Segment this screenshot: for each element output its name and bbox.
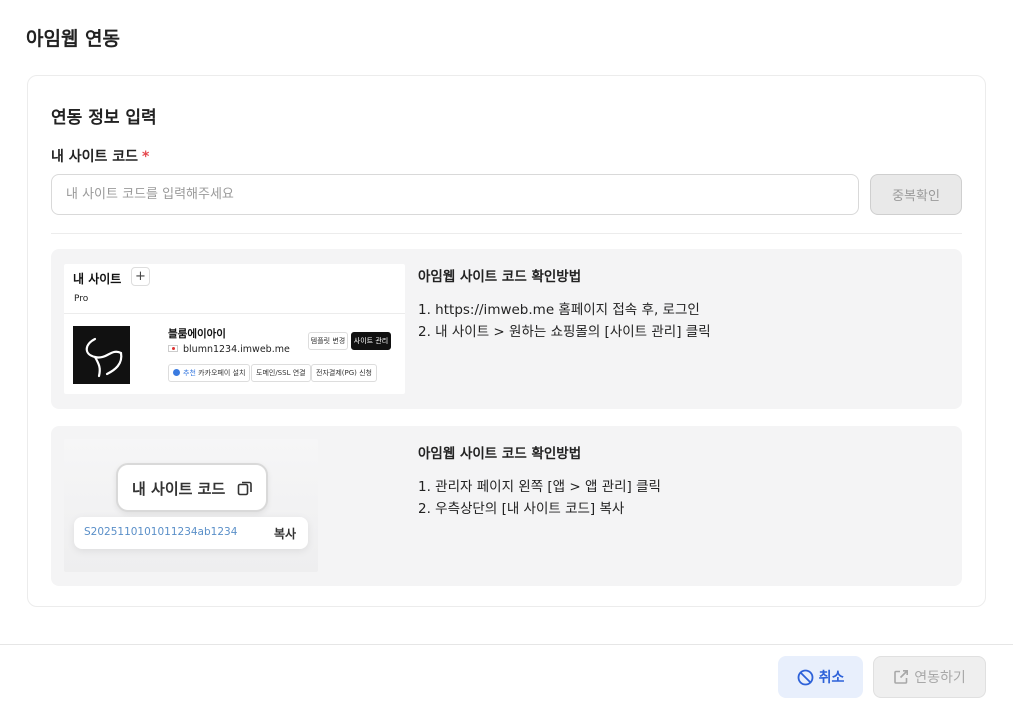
site-url: blumn1234.imweb.me: [168, 344, 290, 355]
guide-title: 아임웹 사이트 코드 확인방법: [418, 269, 582, 285]
section-title: 연동 정보 입력: [51, 108, 157, 128]
guide-screenshot-site-code: 내 사이트 코드 S2025110101011234ab1234 복사: [64, 439, 318, 572]
guide-step: 2. 우측상단의 [내 사이트 코드] 복사: [418, 501, 625, 517]
site-code-row: S2025110101011234ab1234 복사: [74, 517, 308, 549]
guide-app-manage: 내 사이트 코드 S2025110101011234ab1234 복사 아임웹 …: [51, 426, 962, 586]
site-code-label: 내 사이트 코드 *: [51, 146, 149, 166]
guide-screenshot-my-site: 내 사이트 + Pro 블룸에이아이 blumn1234.imweb.me 템플…: [64, 264, 405, 394]
site-code-input[interactable]: [51, 174, 859, 215]
plan-label: Pro: [74, 294, 89, 304]
cancel-label: 취소: [818, 670, 845, 686]
copy-label: 복사: [274, 527, 297, 541]
screenshot-divider: [64, 313, 405, 314]
site-name: 블룸에이아이: [168, 328, 226, 340]
guide-steps: 1. https://imweb.me 홈페이지 접속 후, 로그인 2. 내 …: [418, 299, 711, 343]
guide-step: 1. https://imweb.me 홈페이지 접속 후, 로그인: [418, 302, 700, 318]
guide-title: 아임웹 사이트 코드 확인방법: [418, 446, 582, 462]
duplicate-check-button[interactable]: 중복확인: [870, 174, 962, 215]
site-url-text: blumn1234.imweb.me: [183, 344, 290, 355]
connect-info-card: 연동 정보 입력 내 사이트 코드* 중복확인 내 사이트 + Pro 블룸에이…: [27, 75, 986, 607]
guide-step: 1. 관리자 페이지 왼쪽 [앱 > 앱 관리] 클릭: [418, 479, 661, 495]
external-link-icon: [893, 669, 909, 685]
divider: [51, 233, 962, 234]
connect-label: 연동하기: [914, 670, 966, 686]
site-manage-button: 사이트 관리: [351, 332, 391, 350]
kakaopay-label: 카카오페이 설치: [198, 369, 246, 377]
screenshot-title: 내 사이트: [73, 272, 122, 286]
imweb-connect-modal: 아임웹 연동 연동 정보 입력 내 사이트 코드* 중복확인 내 사이트 + P…: [0, 0, 1013, 707]
modal-title: 아임웹 연동: [26, 28, 121, 50]
logo-icon: [85, 337, 123, 378]
cancel-button[interactable]: 취소: [778, 656, 863, 698]
site-code-pill-label: 내 사이트 코드: [132, 480, 226, 498]
guide-steps: 1. 관리자 페이지 왼쪽 [앱 > 앱 관리] 클릭 2. 우측상단의 [내 …: [418, 476, 661, 520]
connect-button[interactable]: 연동하기: [873, 656, 986, 698]
guide-step: 2. 내 사이트 > 원하는 쇼핑몰의 [사이트 관리] 클릭: [418, 324, 711, 340]
copy-icon: [237, 481, 252, 496]
site-code-pill: 내 사이트 코드: [116, 463, 268, 512]
template-change-button: 템플릿 변경: [308, 332, 348, 350]
flag-icon: [168, 345, 178, 352]
pg-chip: 전자결제(PG) 신청: [311, 364, 377, 382]
info-icon: [173, 369, 180, 376]
site-thumbnail: [73, 326, 130, 384]
domain-chip: 도메인/SSL 연결: [251, 364, 311, 382]
site-code-label-text: 내 사이트 코드: [51, 149, 139, 165]
footer-divider: [0, 644, 1013, 645]
ban-icon: [797, 669, 814, 686]
recommend-label: 추천: [183, 369, 196, 377]
guide-my-site: 내 사이트 + Pro 블룸에이아이 blumn1234.imweb.me 템플…: [51, 249, 962, 409]
plus-icon: +: [131, 267, 150, 286]
kakaopay-chip: 추천 카카오페이 설치: [168, 364, 251, 382]
required-mark: *: [142, 149, 150, 165]
site-code-value: S2025110101011234ab1234: [84, 526, 238, 538]
